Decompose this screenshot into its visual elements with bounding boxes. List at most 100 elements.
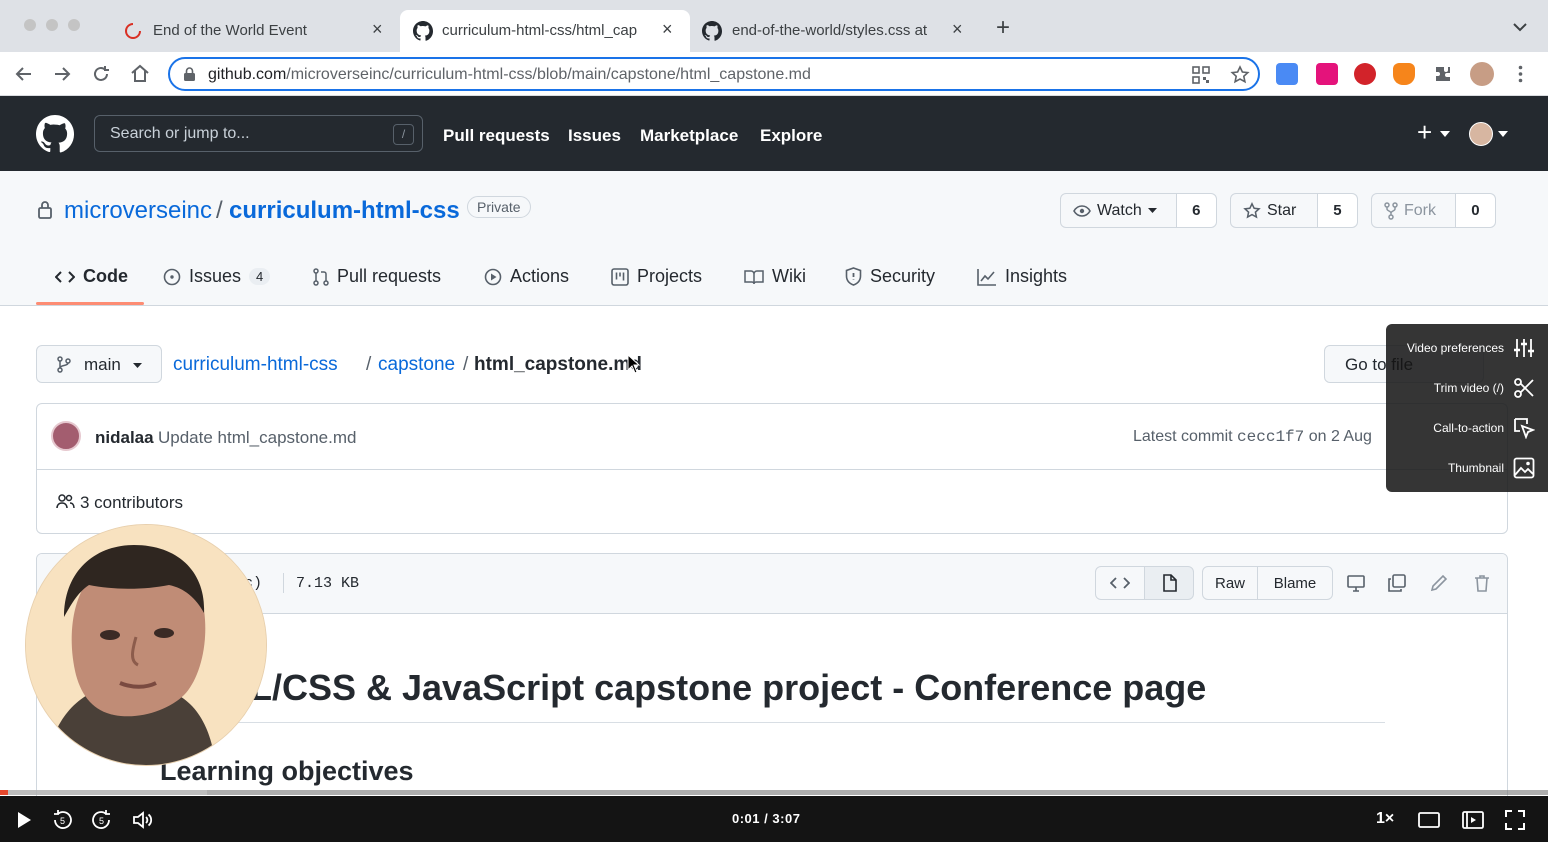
commit-message-link[interactable]: Update html_capstone.md — [158, 428, 356, 448]
watch-count[interactable]: 6 — [1176, 194, 1216, 227]
branch-icon — [57, 356, 71, 373]
create-new-button[interactable]: + — [1417, 117, 1432, 148]
close-tab-icon[interactable]: × — [952, 20, 963, 38]
tab-projects[interactable]: Projects — [611, 266, 702, 287]
tab-pull-requests[interactable]: Pull requests — [313, 266, 441, 287]
issue-icon — [163, 268, 181, 285]
divider — [37, 469, 1507, 470]
repo-header: microverseinc / curriculum-html-css Priv… — [0, 171, 1548, 306]
tab-wiki[interactable]: Wiki — [744, 266, 806, 287]
video-progress-bar[interactable] — [0, 790, 1548, 795]
translate-extension-icon[interactable] — [1276, 63, 1298, 85]
search-input[interactable]: Search or jump to... / — [94, 115, 423, 152]
window-minimize-button[interactable] — [46, 19, 58, 31]
video-tools-panel: Video preferences Trim video (/) Call-to… — [1386, 324, 1548, 492]
close-tab-icon[interactable]: × — [662, 20, 673, 38]
blame-button[interactable]: Blame — [1257, 566, 1333, 600]
bookmark-star-icon[interactable] — [1230, 65, 1250, 85]
back-arrow-icon[interactable] — [13, 63, 35, 85]
nav-pull-requests[interactable]: Pull requests — [443, 126, 550, 146]
play-circle-icon — [484, 268, 502, 285]
rewind-5-icon[interactable]: 5 — [50, 808, 74, 832]
branch-name: main — [84, 355, 121, 374]
sliders-icon[interactable] — [1513, 337, 1535, 359]
repo-owner-link[interactable]: microverseinc — [64, 197, 212, 225]
desktop-icon[interactable] — [1346, 573, 1366, 593]
raw-button[interactable]: Raw — [1202, 566, 1258, 600]
pencil-icon[interactable] — [1429, 573, 1449, 593]
contributors-link[interactable]: 3 contributors — [80, 493, 183, 513]
branch-selector[interactable]: main — [36, 345, 162, 383]
star-count[interactable]: 5 — [1317, 194, 1357, 227]
playback-speed-button[interactable]: 1× — [1376, 810, 1394, 828]
star-button[interactable]: Star — [1231, 194, 1318, 227]
call-to-action-label[interactable]: Call-to-action — [1433, 421, 1504, 435]
metamask-extension-icon[interactable] — [1393, 63, 1415, 85]
thumbnail-label[interactable]: Thumbnail — [1448, 461, 1504, 475]
trim-video-label[interactable]: Trim video (/) — [1434, 381, 1504, 395]
extensions-puzzle-icon[interactable] — [1433, 64, 1453, 84]
display-source-button[interactable] — [1095, 566, 1145, 600]
close-tab-icon[interactable]: × — [372, 20, 383, 38]
window-close-button[interactable] — [24, 19, 36, 31]
volume-icon[interactable] — [131, 808, 155, 832]
nav-issues[interactable]: Issues — [568, 126, 621, 146]
commit-author-avatar[interactable] — [51, 421, 81, 451]
picture-in-picture-icon[interactable] — [1461, 808, 1485, 832]
commit-hash-link[interactable]: cecc1f7 — [1237, 428, 1304, 446]
breadcrumb-repo-link[interactable]: curriculum-html-css — [173, 354, 338, 376]
tab-code[interactable]: Code — [55, 266, 128, 287]
nav-marketplace[interactable]: Marketplace — [640, 126, 738, 146]
display-rendered-button[interactable] — [1144, 566, 1194, 600]
tab-actions[interactable]: Actions — [484, 266, 569, 287]
tab-insights[interactable]: Insights — [977, 266, 1067, 287]
address-url[interactable]: github.com/microverseinc/curriculum-html… — [208, 66, 811, 84]
active-tab-underline — [36, 302, 144, 305]
browser-menu-icon[interactable] — [1518, 65, 1523, 83]
play-icon[interactable] — [11, 808, 35, 832]
reload-icon[interactable] — [90, 63, 112, 85]
cursor-click-icon[interactable] — [1513, 417, 1535, 439]
user-avatar[interactable] — [1469, 122, 1493, 146]
nav-explore[interactable]: Explore — [760, 126, 822, 146]
webcam-bubble[interactable] — [25, 524, 267, 766]
tab-security[interactable]: Security — [845, 266, 935, 287]
window-zoom-button[interactable] — [68, 19, 80, 31]
forward-arrow-icon[interactable] — [51, 63, 73, 85]
browser-tab-1[interactable]: End of the World Event × — [112, 10, 398, 52]
video-preferences-label[interactable]: Video preferences — [1407, 341, 1504, 355]
image-icon[interactable] — [1513, 457, 1535, 479]
fork-count[interactable]: 0 — [1455, 194, 1495, 227]
fork-button[interactable]: Fork — [1372, 194, 1456, 227]
new-tab-button[interactable]: + — [996, 16, 1010, 40]
browser-tab-2[interactable]: curriculum-html-css/html_cap × — [400, 10, 690, 52]
svg-text:5: 5 — [60, 816, 65, 826]
progress-played — [0, 790, 8, 795]
trash-icon[interactable] — [1472, 573, 1492, 593]
browser-tab-3[interactable]: end-of-the-world/styles.css at × — [690, 10, 976, 52]
address-bar[interactable]: github.com/microverseinc/curriculum-html… — [168, 57, 1260, 91]
fullscreen-icon[interactable] — [1503, 808, 1527, 832]
graph-icon — [977, 268, 996, 286]
repo-name-link[interactable]: curriculum-html-css — [229, 197, 460, 225]
upwork-extension-icon[interactable] — [1316, 63, 1338, 85]
watch-label: Watch — [1097, 201, 1142, 219]
breadcrumb-separator: / — [366, 354, 372, 375]
forward-5-icon[interactable]: 5 — [90, 808, 114, 832]
home-icon[interactable] — [129, 62, 151, 84]
issues-counter: 4 — [249, 268, 271, 285]
profile-avatar[interactable] — [1470, 62, 1494, 86]
scissors-icon[interactable] — [1513, 377, 1535, 399]
commit-author-link[interactable]: nidalaa — [95, 428, 154, 448]
adblock-extension-icon[interactable] — [1354, 63, 1376, 85]
copy-icon[interactable] — [1387, 573, 1407, 593]
github-logo-icon[interactable] — [36, 115, 74, 153]
watch-button[interactable]: Watch — [1061, 194, 1177, 227]
tab-issues[interactable]: Issues 4 — [163, 266, 271, 287]
theater-mode-icon[interactable] — [1417, 808, 1441, 832]
tab-search-chevron-icon[interactable] — [1512, 22, 1528, 32]
lock-icon[interactable] — [183, 67, 196, 82]
qr-code-icon[interactable] — [1192, 66, 1210, 84]
breadcrumb-dir-link[interactable]: capstone — [378, 354, 455, 376]
tab-label: Pull requests — [337, 266, 442, 286]
